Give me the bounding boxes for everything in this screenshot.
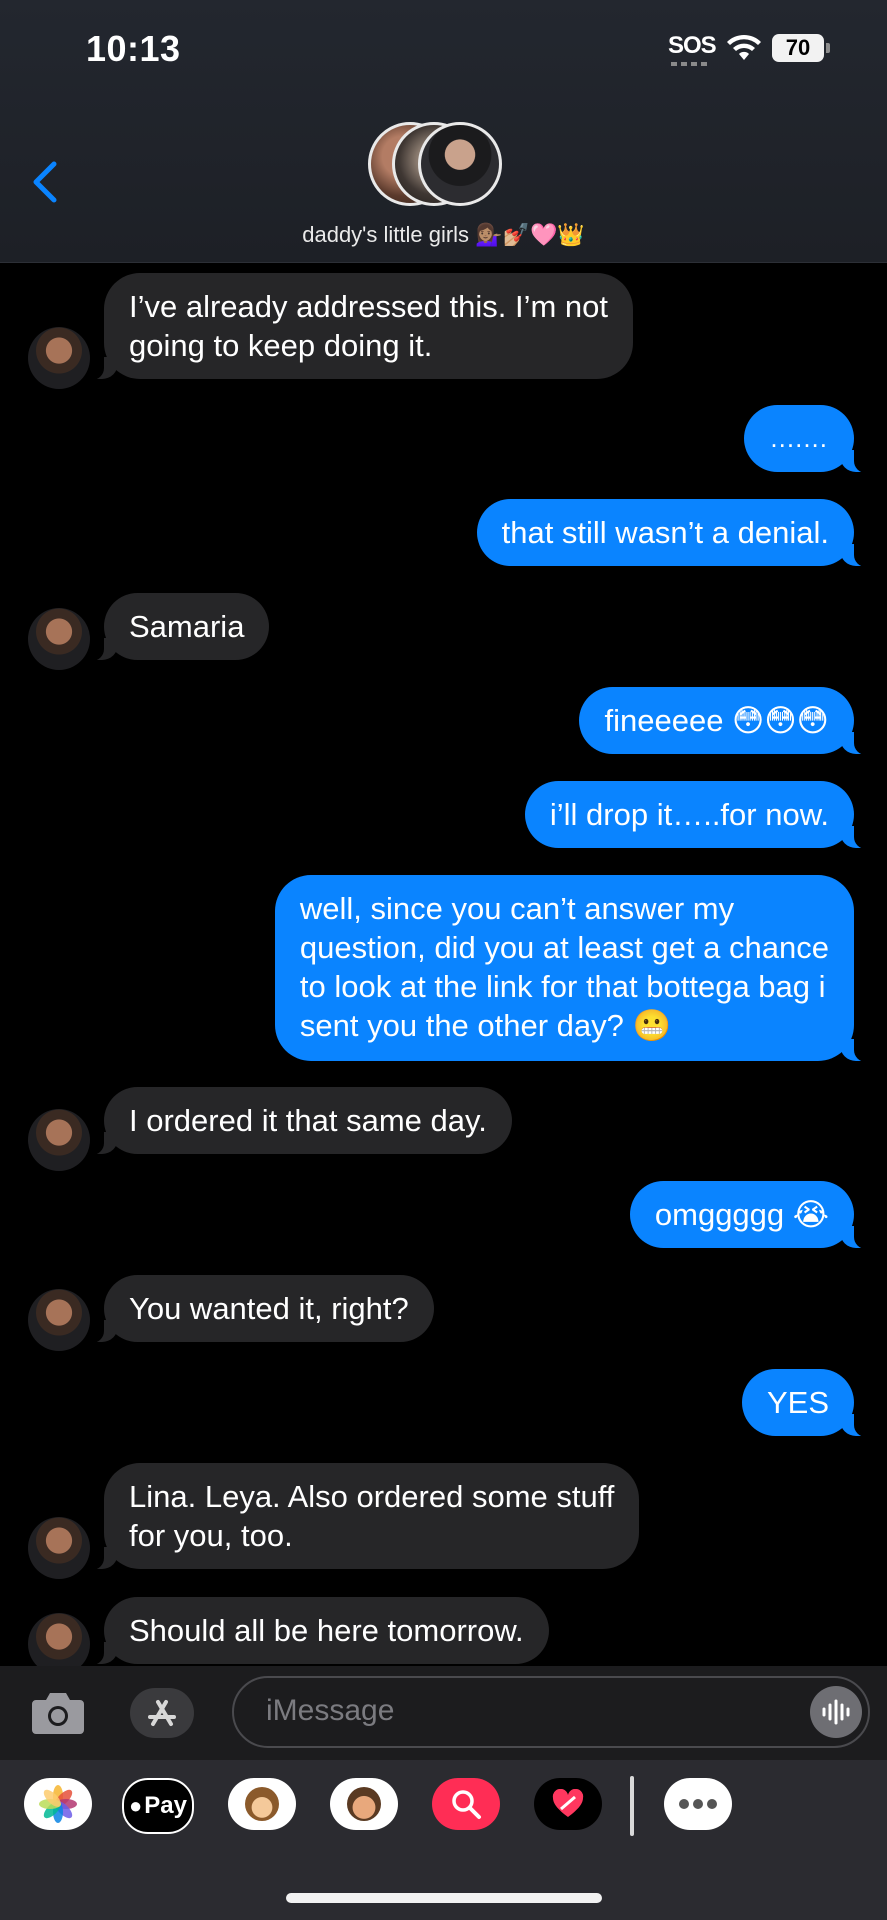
incoming-message[interactable]: Lina. Leya. Also ordered some stuff for … [89,1463,640,1570]
message-line: going to keep doing it. [129,328,433,363]
message-thread[interactable]: I’ve already addressed this. I’m not goi… [0,263,887,1666]
message-line: well, since you can’t answer my [299,891,735,926]
message-line: that still wasn’t a denial. [501,515,829,550]
message-line: sent you the other day? 😬 [299,1008,672,1043]
incoming-message[interactable]: Samaria [89,593,270,661]
message-line: ....... [770,423,828,453]
digital-touch-app[interactable] [534,1778,602,1830]
apple-pay-app[interactable]: ● Pay [122,1778,194,1834]
message-line: Samaria [129,609,245,644]
message-line: i’ll drop it…..for now. [549,797,829,832]
conversation-header: 10:13 SOS 70 daddy's little girls 💁🏽‍♀️💅… [0,0,887,263]
message-line: I ordered it that same day. [129,1103,487,1138]
message-line: YES [766,1385,829,1420]
back-chevron-icon[interactable] [30,160,60,204]
incoming-message[interactable]: I ordered it that same day. [90,1087,512,1155]
message-line: to look at the link for that bottega bag… [299,969,826,1004]
contact-avatar[interactable] [28,1289,90,1351]
image-search-app[interactable] [432,1778,500,1830]
message-line: omggggg 😭 [654,1197,829,1232]
incoming-message[interactable]: Should all be here tomorrow. [90,1597,549,1665]
outgoing-message[interactable]: YES [741,1369,869,1437]
wifi-icon [727,34,761,60]
group-name[interactable]: daddy's little girls 💁🏽‍♀️💅🏼🩷👑 [0,222,887,248]
outgoing-message[interactable]: well, since you can’t answer my question… [274,875,869,1062]
image-search-icon [452,1790,481,1819]
camera-icon[interactable] [30,1688,86,1736]
group-avatar-3 [418,122,502,206]
animoji-app[interactable] [228,1778,296,1830]
message-line: fineeeee 😳😳😳 [604,703,829,738]
outgoing-message[interactable]: i’ll drop it…..for now. [524,781,869,849]
contact-avatar[interactable] [28,1517,90,1579]
incoming-message[interactable]: I’ve already addressed this. I’m not goi… [89,273,634,380]
animoji-monkey-icon [245,1787,279,1821]
app-store-button[interactable] [130,1688,194,1738]
photos-icon [39,1785,77,1823]
outgoing-message[interactable]: omggggg 😭 [629,1181,869,1249]
apple-pay-label: Pay [144,1792,187,1819]
signal-dots-icon [671,62,711,66]
outgoing-message[interactable]: ....... [744,405,868,473]
drawer-divider [630,1776,634,1836]
digital-touch-heart-icon [552,1789,584,1817]
home-indicator[interactable] [286,1893,602,1903]
contact-avatar[interactable] [28,1109,90,1171]
photos-app[interactable] [24,1778,92,1830]
battery-tip-icon [826,43,830,53]
message-line: question, did you at least get a chance [299,930,829,965]
waveform-icon [822,1699,850,1725]
app-store-icon [148,1700,176,1726]
sos-indicator: SOS [668,32,717,59]
message-input[interactable]: iMessage [232,1676,870,1748]
audio-message-button[interactable] [810,1686,862,1738]
more-icon [679,1799,717,1809]
battery-indicator: 70 [772,34,824,62]
more-apps-button[interactable] [664,1778,732,1830]
compose-bar: iMessage [0,1666,887,1760]
memoji-icon [347,1787,381,1821]
message-line: Lina. Leya. Also ordered some stuff [129,1479,615,1514]
message-line: for you, too. [129,1518,293,1553]
memoji-app[interactable] [330,1778,398,1830]
message-line: You wanted it, right? [129,1291,409,1326]
contact-avatar[interactable] [28,327,90,389]
group-avatars[interactable] [368,122,518,210]
outgoing-message[interactable]: that still wasn’t a denial. [476,499,869,567]
status-time: 10:13 [86,28,181,69]
message-input-placeholder: iMessage [266,1694,395,1727]
contact-avatar[interactable] [28,1613,90,1666]
contact-avatar[interactable] [28,608,90,670]
message-line: I’ve already addressed this. I’m not [129,289,609,324]
apple-pay-icon: ● [129,1793,143,1818]
outgoing-message[interactable]: fineeeee 😳😳😳 [579,687,868,755]
incoming-message[interactable]: You wanted it, right? [90,1275,434,1343]
message-line: Should all be here tomorrow. [129,1613,524,1648]
